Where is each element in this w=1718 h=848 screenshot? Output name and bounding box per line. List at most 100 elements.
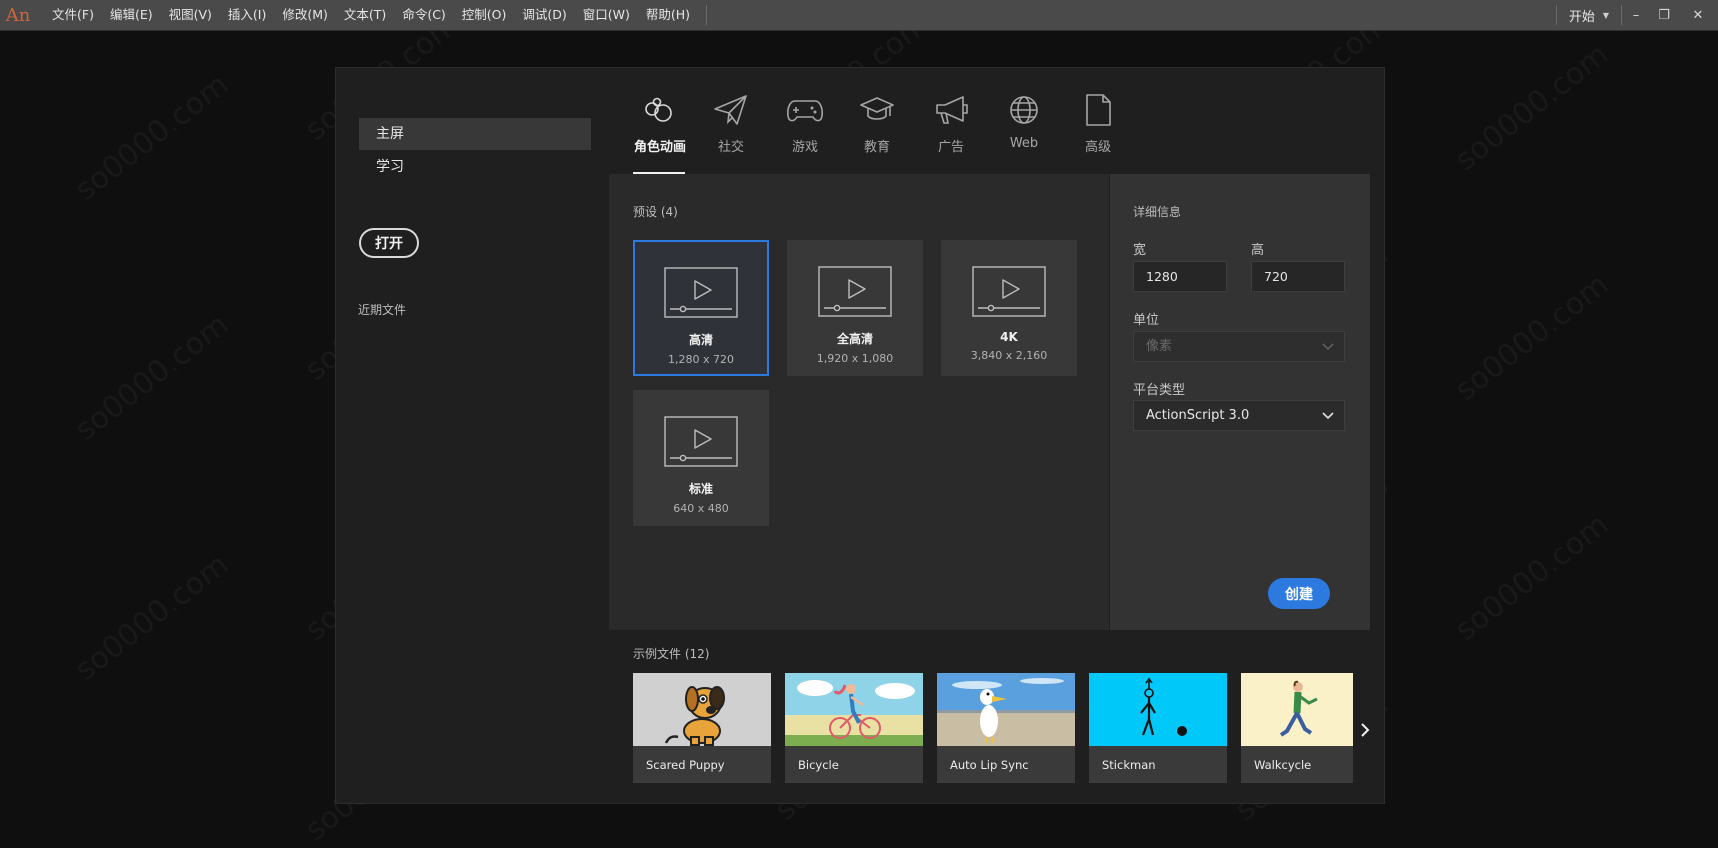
document-icon <box>1063 92 1133 128</box>
sidebar-item-learn[interactable]: 学习 <box>359 151 591 183</box>
tab-advertising[interactable]: 广告 <box>916 92 986 155</box>
start-screen-dialog: 主屏 学习 打开 近期文件 角色动画 社交 游戏 教育 广告 Web 高级 预设… <box>335 67 1385 804</box>
tab-web[interactable]: Web <box>989 92 1059 151</box>
scared-puppy-thumbnail <box>633 673 771 746</box>
tab-education[interactable]: 教育 <box>842 92 912 155</box>
tab-label: 高级 <box>1084 140 1111 155</box>
preset-name: 全高清 <box>836 332 873 346</box>
preset-name: 标准 <box>688 482 713 496</box>
presets-title: 预设 (4) <box>633 205 678 219</box>
tab-label: 游戏 <box>791 140 818 155</box>
unit-select: 像素 <box>1133 331 1345 362</box>
preset-card-full-hd[interactable]: 全高清 1,920 x 1,080 <box>787 240 923 376</box>
preset-size: 3,840 x 2,160 <box>970 349 1048 362</box>
sidebar-item-home[interactable]: 主屏 <box>359 118 591 150</box>
menu-control[interactable]: 控制(O) <box>454 0 515 30</box>
watermark-text: so0000.com <box>69 67 236 208</box>
video-preset-icon <box>664 267 738 318</box>
tab-label: Web <box>1009 136 1039 151</box>
workspace-label: 开始 <box>1568 9 1595 25</box>
watermark-text: so0000.com <box>69 307 236 448</box>
sample-name: Scared Puppy <box>646 758 725 772</box>
minimize-icon: – <box>1632 7 1640 23</box>
chevron-right-icon[interactable] <box>1360 722 1370 743</box>
sample-card-stickman[interactable]: Stickman <box>1089 673 1227 783</box>
watermark-text: so0000.com <box>1449 37 1616 178</box>
chevron-down-icon: ▼ <box>1602 10 1609 20</box>
sample-card-bicycle[interactable]: Bicycle <box>785 673 923 783</box>
sample-card-auto-lip-sync[interactable]: Auto Lip Sync <box>937 673 1075 783</box>
auto-lip-sync-thumbnail <box>937 673 1075 746</box>
height-label: 高 <box>1251 243 1265 258</box>
recent-files-title: 近期文件 <box>358 303 407 317</box>
preset-name: 高清 <box>688 333 713 347</box>
platform-type-select[interactable]: ActionScript 3.0 <box>1133 400 1345 431</box>
menu-modify[interactable]: 修改(M) <box>274 0 336 30</box>
sample-name: Auto Lip Sync <box>950 758 1029 772</box>
tab-label: 教育 <box>863 140 890 155</box>
presets-panel: 预设 (4) 高清 1,280 x 720 全高清 1,920 x 1,080 … <box>609 174 1109 630</box>
restore-button[interactable]: ❐ <box>1650 0 1678 30</box>
tab-label: 广告 <box>937 140 964 155</box>
tab-label: 角色动画 <box>633 140 686 155</box>
graduation-cap-icon <box>842 92 912 128</box>
video-preset-icon <box>818 266 892 317</box>
chevron-down-icon <box>1322 332 1334 362</box>
height-field[interactable]: 720 <box>1251 261 1345 292</box>
sample-card-walkcycle[interactable]: Walkcycle <box>1241 673 1353 783</box>
preset-card-4k[interactable]: 4K 3,840 x 2,160 <box>941 240 1077 376</box>
animate-logo-icon: An <box>5 4 31 26</box>
window-controls: 开始 ▼ – ❐ ✕ <box>1555 0 1718 30</box>
restore-icon: ❐ <box>1658 7 1670 23</box>
width-field[interactable]: 1280 <box>1133 261 1227 292</box>
workspace-switcher[interactable]: 开始 ▼ <box>1557 6 1621 25</box>
menu-commands[interactable]: 命令(C) <box>394 0 453 30</box>
platform-type-value: ActionScript 3.0 <box>1146 408 1250 423</box>
preset-size: 1,920 x 1,080 <box>816 352 894 365</box>
platform-type-label: 平台类型 <box>1133 383 1186 398</box>
menu-edit[interactable]: 编辑(E) <box>102 0 161 30</box>
sample-name: Bicycle <box>798 758 839 772</box>
sample-name: Stickman <box>1102 758 1156 772</box>
menu-items: 文件(F) 编辑(E) 视图(V) 插入(I) 修改(M) 文本(T) 命令(C… <box>44 0 698 30</box>
bicycle-thumbnail <box>785 673 923 746</box>
menu-debug[interactable]: 调试(D) <box>514 0 574 30</box>
menu-window[interactable]: 窗口(W) <box>575 0 638 30</box>
preset-size: 1,280 x 720 <box>668 353 734 366</box>
menu-insert[interactable]: 插入(I) <box>220 0 274 30</box>
menu-bar: An 文件(F) 编辑(E) 视图(V) 插入(I) 修改(M) 文本(T) 命… <box>0 0 1718 31</box>
width-label: 宽 <box>1133 243 1147 258</box>
tab-label: 社交 <box>717 140 744 155</box>
unit-label: 单位 <box>1133 313 1160 328</box>
character-animation-icon <box>625 92 695 128</box>
menu-divider <box>706 5 708 25</box>
details-panel: 详细信息 宽 1280 高 720 单位 像素 平台类型 ActionScrip… <box>1110 174 1370 630</box>
close-button[interactable]: ✕ <box>1678 0 1718 30</box>
video-preset-icon <box>664 416 738 467</box>
minimize-button[interactable]: – <box>1622 0 1650 30</box>
video-preset-icon <box>972 266 1046 317</box>
preset-card-standard[interactable]: 标准 640 x 480 <box>633 390 769 526</box>
menu-view[interactable]: 视图(V) <box>161 0 220 30</box>
globe-icon <box>989 92 1059 128</box>
tab-social[interactable]: 社交 <box>696 92 766 155</box>
gamepad-icon <box>770 92 840 128</box>
paper-plane-icon <box>696 92 766 128</box>
menu-help[interactable]: 帮助(H) <box>638 0 698 30</box>
menu-text[interactable]: 文本(T) <box>336 0 394 30</box>
preset-card-hd[interactable]: 高清 1,280 x 720 <box>633 240 769 376</box>
sample-card-scared-puppy[interactable]: Scared Puppy <box>633 673 771 783</box>
tab-character-animation[interactable]: 角色动画 <box>625 92 695 155</box>
tab-advanced[interactable]: 高级 <box>1063 92 1133 155</box>
stickman-thumbnail <box>1089 673 1227 746</box>
open-button[interactable]: 打开 <box>359 228 419 258</box>
megaphone-icon <box>916 92 986 128</box>
watermark-text: so0000.com <box>1449 507 1616 648</box>
menu-file[interactable]: 文件(F) <box>44 0 102 30</box>
details-title: 详细信息 <box>1133 205 1182 219</box>
watermark-text: so0000.com <box>69 547 236 688</box>
chevron-down-icon <box>1322 401 1334 431</box>
create-button[interactable]: 创建 <box>1268 578 1330 609</box>
walkcycle-thumbnail <box>1241 673 1353 746</box>
tab-games[interactable]: 游戏 <box>770 92 840 155</box>
